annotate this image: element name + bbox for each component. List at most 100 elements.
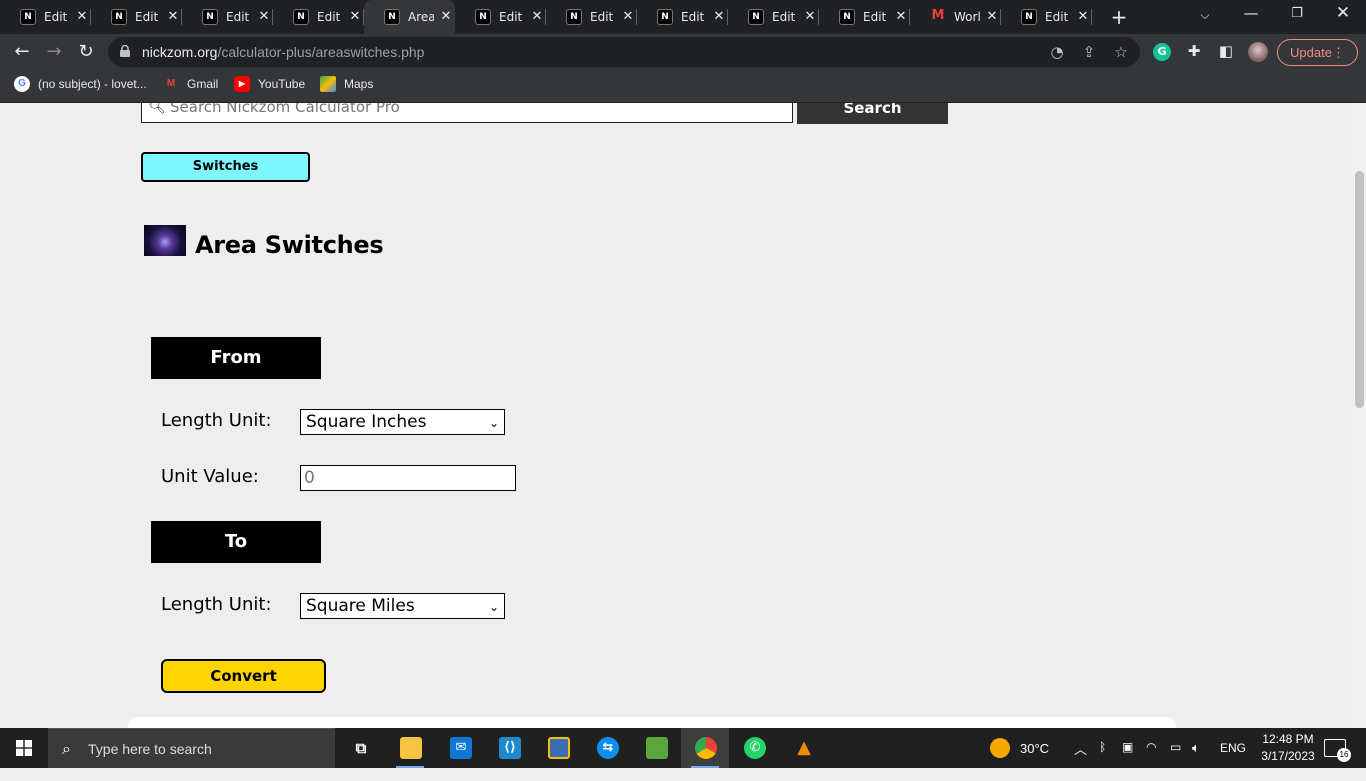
convert-button[interactable]: Convert <box>161 659 326 693</box>
task-view-button[interactable]: ⧉ <box>336 728 384 768</box>
page-scrollbar[interactable] <box>1352 103 1366 728</box>
to-unit-select[interactable]: Square Miles ⌄ <box>300 593 505 619</box>
tab-strip: NEdit I✕NEdit I✕NEdit I✕NEdit I✕NArea✕NE… <box>0 0 1366 34</box>
taskbar-teamviewer[interactable]: ⇆ <box>583 728 631 768</box>
volume-icon[interactable]: 🔈︎ <box>1192 740 1200 780</box>
teamviewer-icon: ⇆ <box>597 737 619 759</box>
close-tab-icon[interactable]: ✕ <box>621 9 635 25</box>
close-window-button[interactable]: ✕ <box>1333 3 1353 23</box>
extensions-icon[interactable]: ✚ <box>1185 42 1203 60</box>
battery-icon[interactable]: ▭ <box>1170 740 1181 780</box>
tab-title: Edit I <box>499 10 525 24</box>
tab[interactable]: N Edit I ✕ <box>273 0 364 34</box>
close-tab-icon[interactable]: ✕ <box>257 9 271 25</box>
clock[interactable]: 12:48 PM 3/17/2023 <box>1258 732 1318 772</box>
tab[interactable]: N Edit I ✕ <box>819 0 910 34</box>
close-tab-icon[interactable]: ✕ <box>439 9 453 25</box>
new-tab-button[interactable]: + <box>1109 6 1129 28</box>
switches-button[interactable]: Switches <box>141 152 310 182</box>
taskbar-vscode[interactable]: ⟨⟩ <box>485 728 533 768</box>
address-bar[interactable]: nickzom.org/calculator-plus/areaswitches… <box>108 37 1140 67</box>
taskbar-search[interactable]: ⌕ Type here to search <box>48 728 335 768</box>
vscode-icon: ⟨⟩ <box>499 737 521 759</box>
tray-overflow-icon[interactable]: ︿ <box>1074 739 1087 779</box>
bookmark-no-subject[interactable]: G (no subject) - lovet... <box>14 76 147 92</box>
wifi-icon[interactable]: ◠ <box>1146 740 1156 780</box>
taskbar-mail[interactable]: ✉ <box>436 728 484 768</box>
unit-value-input[interactable]: 0 <box>300 465 516 491</box>
bookmark-maps[interactable]: Maps <box>320 76 373 92</box>
bookmark-label: Gmail <box>187 77 219 91</box>
taskbar-nodejs[interactable] <box>632 728 680 768</box>
minimize-button[interactable]: — <box>1241 4 1261 22</box>
side-panel-icon[interactable]: ◧ <box>1217 42 1235 60</box>
tab-active[interactable]: N Area ✕ <box>364 0 455 34</box>
close-tab-icon[interactable]: ✕ <box>530 9 544 25</box>
back-button[interactable]: ← <box>11 41 33 63</box>
bluetooth-icon[interactable]: ᛒ <box>1099 740 1106 780</box>
from-unit-select[interactable]: Square Inches ⌄ <box>300 409 505 435</box>
windows-start-icon[interactable] <box>16 740 32 756</box>
nickzom-icon: N <box>20 9 36 25</box>
close-tab-icon[interactable]: ✕ <box>894 9 908 25</box>
bookmark-gmail[interactable]: M Gmail <box>163 76 219 92</box>
menu-dots-icon: ⋮ <box>1332 45 1345 60</box>
tab[interactable]: N Edit I ✕ <box>455 0 546 34</box>
site-search-box[interactable]: 🔍︎ <box>141 103 793 123</box>
taskbar-chrome[interactable] <box>681 728 729 768</box>
close-tab-icon[interactable]: ✕ <box>1076 9 1090 25</box>
whatsapp-icon: ✆ <box>744 737 766 759</box>
close-tab-icon[interactable]: ✕ <box>348 9 362 25</box>
tab-search-icon[interactable]: ⌵ <box>1195 8 1215 23</box>
taskbar-virtualbox[interactable] <box>534 728 582 768</box>
tab[interactable]: N Edit I ✕ <box>1001 0 1092 34</box>
tab[interactable]: N Edit I ✕ <box>546 0 637 34</box>
search-button[interactable]: Search <box>797 103 948 124</box>
forward-button[interactable]: → <box>43 41 65 63</box>
site-search-input[interactable] <box>170 103 770 116</box>
tab[interactable]: M Worl ✕ <box>910 0 1001 34</box>
tab-title: Edit I <box>772 10 798 24</box>
tab-title: Area <box>408 10 434 24</box>
close-tab-icon[interactable]: ✕ <box>803 9 817 25</box>
maps-icon <box>320 76 336 92</box>
restore-button[interactable]: ❐ <box>1287 6 1307 21</box>
from-unit-selected: Square Inches <box>306 412 427 432</box>
update-button[interactable]: Update ⋮ <box>1277 39 1358 66</box>
performance-icon[interactable]: ◔ <box>1048 43 1066 61</box>
notification-count-badge: 16 <box>1337 748 1351 762</box>
profile-avatar[interactable] <box>1248 42 1268 62</box>
bookmark-star-icon[interactable]: ☆ <box>1112 43 1130 61</box>
reload-button[interactable]: ↻ <box>75 41 97 63</box>
clock-time: 12:48 PM <box>1262 732 1314 746</box>
grammarly-icon[interactable]: G <box>1153 43 1171 61</box>
content-card <box>128 717 1176 728</box>
taskbar-whatsapp[interactable]: ✆ <box>730 728 778 768</box>
tab[interactable]: N Edit I ✕ <box>637 0 728 34</box>
chevron-down-icon: ⌄ <box>488 416 499 430</box>
close-tab-icon[interactable]: ✕ <box>985 9 999 25</box>
bookmark-youtube[interactable]: ▶ YouTube <box>234 76 305 92</box>
nickzom-icon: N <box>748 9 764 25</box>
tab[interactable]: N Edit I ✕ <box>91 0 182 34</box>
tab[interactable]: N Edit I ✕ <box>182 0 273 34</box>
share-icon[interactable]: ⇪ <box>1080 43 1098 61</box>
meet-icon[interactable]: ▣ <box>1122 740 1133 780</box>
tab-title: Edit I <box>590 10 616 24</box>
taskbar-file-explorer[interactable] <box>386 728 434 768</box>
nickzom-icon: N <box>111 9 127 25</box>
tab-title: Edit I <box>226 10 252 24</box>
close-tab-icon[interactable]: ✕ <box>75 9 89 25</box>
notification-center-icon[interactable]: 16 <box>1324 739 1351 762</box>
to-unit-label: Length Unit: <box>161 594 272 615</box>
bookmarks-bar: G (no subject) - lovet... M Gmail ▶ YouT… <box>0 70 1366 103</box>
windows-taskbar: ⌕ Type here to search ⧉ ✉ ⟨⟩ ⇆ ✆ ▲ 30°C … <box>0 728 1366 768</box>
tab-separator <box>1091 9 1092 25</box>
tab[interactable]: N Edit I ✕ <box>0 0 91 34</box>
taskbar-vlc[interactable]: ▲ <box>779 728 827 768</box>
scrollbar-thumb[interactable] <box>1355 171 1364 408</box>
language-indicator[interactable]: ENG <box>1220 741 1246 781</box>
close-tab-icon[interactable]: ✕ <box>166 9 180 25</box>
close-tab-icon[interactable]: ✕ <box>712 9 726 25</box>
tab[interactable]: N Edit I ✕ <box>728 0 819 34</box>
